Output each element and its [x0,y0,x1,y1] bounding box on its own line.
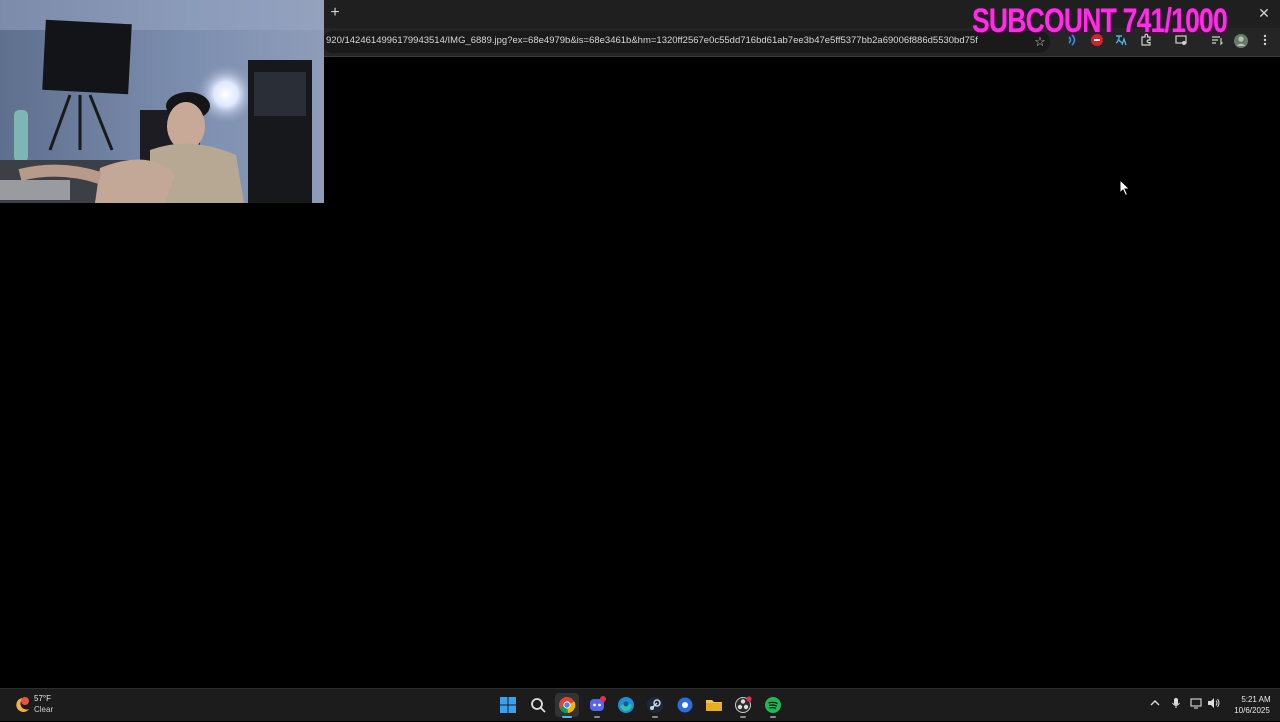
windows-start-icon[interactable] [496,693,520,717]
steam-icon[interactable] [643,693,667,718]
profile-icon[interactable] [1232,33,1250,51]
weather-temperature[interactable]: 57°F [34,694,51,703]
webcam-overlay [0,0,324,203]
address-bar[interactable]: 920/1424614996179943514/IMG_6889.jpg?ex=… [322,31,1050,53]
clock-date[interactable]: 10/6/2025 [1229,706,1275,715]
window-close-button[interactable]: ✕ [1256,4,1272,22]
subcount-overlay-text: SUBCOUNT 741/1000 [972,2,1228,40]
search-icon[interactable] [526,693,550,717]
volume-icon[interactable] [1206,697,1222,713]
network-icon[interactable] [1189,697,1205,713]
clock-time[interactable]: 5:21 AM [1236,695,1276,704]
taskbar: 57°F Clear 5:21 AM 10/6/2025 [0,688,1280,721]
new-tab-button[interactable]: + [326,4,344,22]
folder-icon[interactable] [702,693,726,717]
weather-icon[interactable] [12,695,32,715]
weather-condition[interactable]: Clear [34,705,53,714]
discord-icon[interactable] [585,693,609,718]
url-text[interactable]: 920/1424614996179943514/IMG_6889.jpg?ex=… [326,35,1016,46]
microphone-icon[interactable] [1168,697,1184,713]
more-menu-icon[interactable] [1256,33,1274,51]
spotify-icon[interactable] [761,693,785,718]
edge-icon[interactable] [614,693,638,717]
mouse-cursor-icon [1119,178,1131,197]
obs-icon[interactable] [731,693,755,718]
show-hidden-icons-chevron-icon[interactable] [1147,697,1163,713]
chrome-icon[interactable] [555,693,579,718]
app-icon[interactable] [673,693,697,717]
